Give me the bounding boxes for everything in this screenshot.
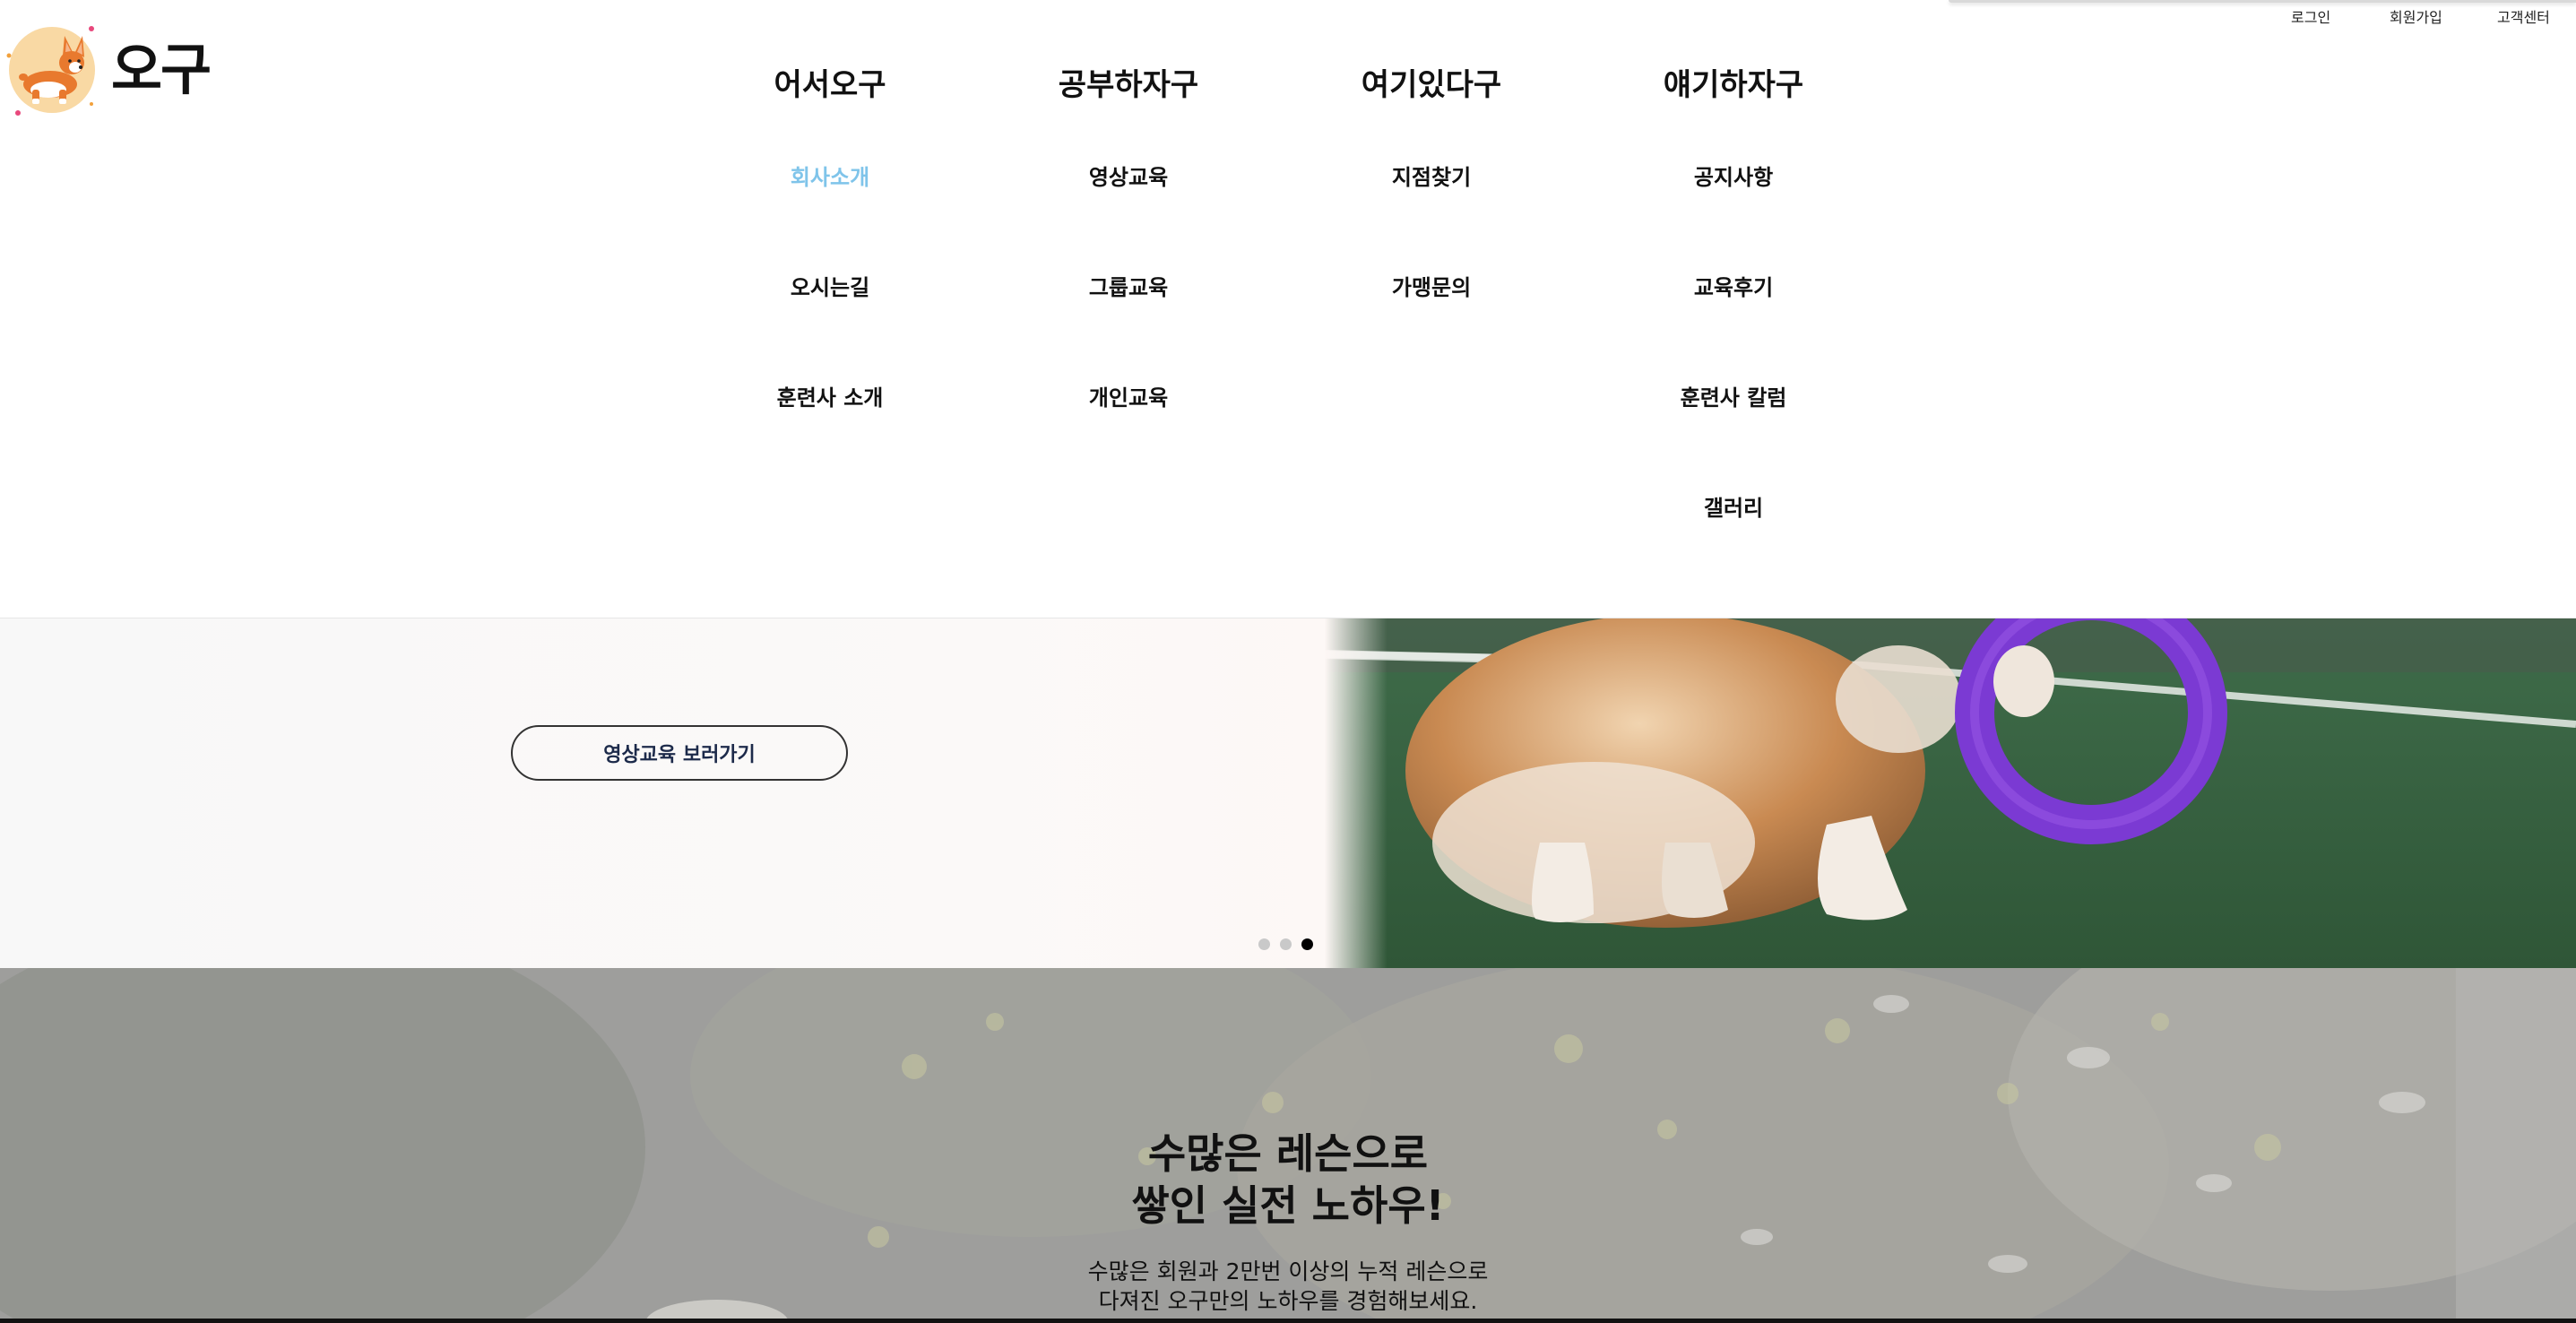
slide-dot-3[interactable] xyxy=(1301,938,1313,950)
login-link[interactable]: 로그인 xyxy=(2291,5,2330,27)
menu-item-franchise-inquiry[interactable]: 가맹문의 xyxy=(1288,275,1575,385)
menu-item-notices[interactable]: 공지사항 xyxy=(1590,165,1877,275)
menu-column-locations: 여기있다구 지점찾기 가맹문의 xyxy=(1288,63,1575,385)
hero-slider: 영상교육 보러가기 xyxy=(0,618,2576,968)
corgi-icon xyxy=(5,20,95,118)
site-logo[interactable]: 오구 xyxy=(5,20,212,118)
bottom-edge-bar xyxy=(0,1319,2576,1323)
lesson-description: 수많은 회원과 2만번 이상의 누적 레슨으로 다져진 오구만의 노하우를 경험… xyxy=(0,1257,2576,1316)
menu-item-find-branch[interactable]: 지점찾기 xyxy=(1288,165,1575,275)
support-link[interactable]: 고객센터 xyxy=(2497,5,2550,27)
menu-item-gallery[interactable]: 갤러리 xyxy=(1590,496,1877,606)
menu-title-study[interactable]: 공부하자구 xyxy=(985,63,1272,108)
menu-item-video-education[interactable]: 영상교육 xyxy=(985,165,1272,275)
corgi-ring-photo xyxy=(1325,618,2576,968)
menu-title-locations[interactable]: 여기있다구 xyxy=(1288,63,1575,108)
logo-text: 오구 xyxy=(111,37,212,102)
menu-item-private-education[interactable]: 개인교육 xyxy=(985,385,1272,496)
menu-item-trainer-column[interactable]: 훈련사 칼럼 xyxy=(1590,385,1877,496)
menu-item-reviews[interactable]: 교육후기 xyxy=(1590,275,1877,385)
menu-item-directions[interactable]: 오시는길 xyxy=(687,275,973,385)
utility-bar: 로그인 회원가입 고객센터 xyxy=(1949,0,2576,27)
menu-column-welcome: 어서오구 회사소개 오시는길 훈련사 소개 xyxy=(687,63,973,496)
lesson-description-line-2: 다져진 오구만의 노하우를 경험해보세요. xyxy=(1098,1288,1478,1314)
utility-bar-edge xyxy=(1949,0,2576,3)
menu-list-locations: 지점찾기 가맹문의 xyxy=(1288,165,1575,385)
video-education-button[interactable]: 영상교육 보러가기 xyxy=(511,725,848,781)
lesson-heading: 수많은 레슨으로 쌓인 실전 노하우! xyxy=(0,1128,2576,1232)
signup-link[interactable]: 회원가입 xyxy=(2390,5,2442,27)
menu-column-community: 얘기하자구 공지사항 교육후기 훈련사 칼럼 갤러리 xyxy=(1590,63,1877,606)
menu-list-study: 영상교육 그룹교육 개인교육 xyxy=(985,165,1272,496)
menu-title-welcome[interactable]: 어서오구 xyxy=(687,63,973,108)
lesson-heading-line-2: 쌓인 실전 노하우! xyxy=(1131,1181,1445,1230)
lesson-description-line-1: 수많은 회원과 2만번 이상의 누적 레슨으로 xyxy=(1087,1258,1489,1284)
lesson-heading-line-1: 수많은 레슨으로 xyxy=(1147,1129,1429,1178)
slider-pagination xyxy=(1258,938,1313,950)
lesson-section: 수많은 레슨으로 쌓인 실전 노하우! 수많은 회원과 2만번 이상의 누적 레… xyxy=(0,968,2576,1323)
menu-item-group-education[interactable]: 그룹교육 xyxy=(985,275,1272,385)
menu-list-community: 공지사항 교육후기 훈련사 칼럼 갤러리 xyxy=(1590,165,1877,606)
menu-item-trainer-intro[interactable]: 훈련사 소개 xyxy=(687,385,973,496)
menu-list-welcome: 회사소개 오시는길 훈련사 소개 xyxy=(687,165,973,496)
slide-dot-1[interactable] xyxy=(1258,938,1270,950)
menu-title-community[interactable]: 얘기하자구 xyxy=(1590,63,1877,108)
slide-dot-2[interactable] xyxy=(1280,938,1292,950)
menu-column-study: 공부하자구 영상교육 그룹교육 개인교육 xyxy=(985,63,1272,496)
menu-item-company-intro[interactable]: 회사소개 xyxy=(687,165,973,275)
